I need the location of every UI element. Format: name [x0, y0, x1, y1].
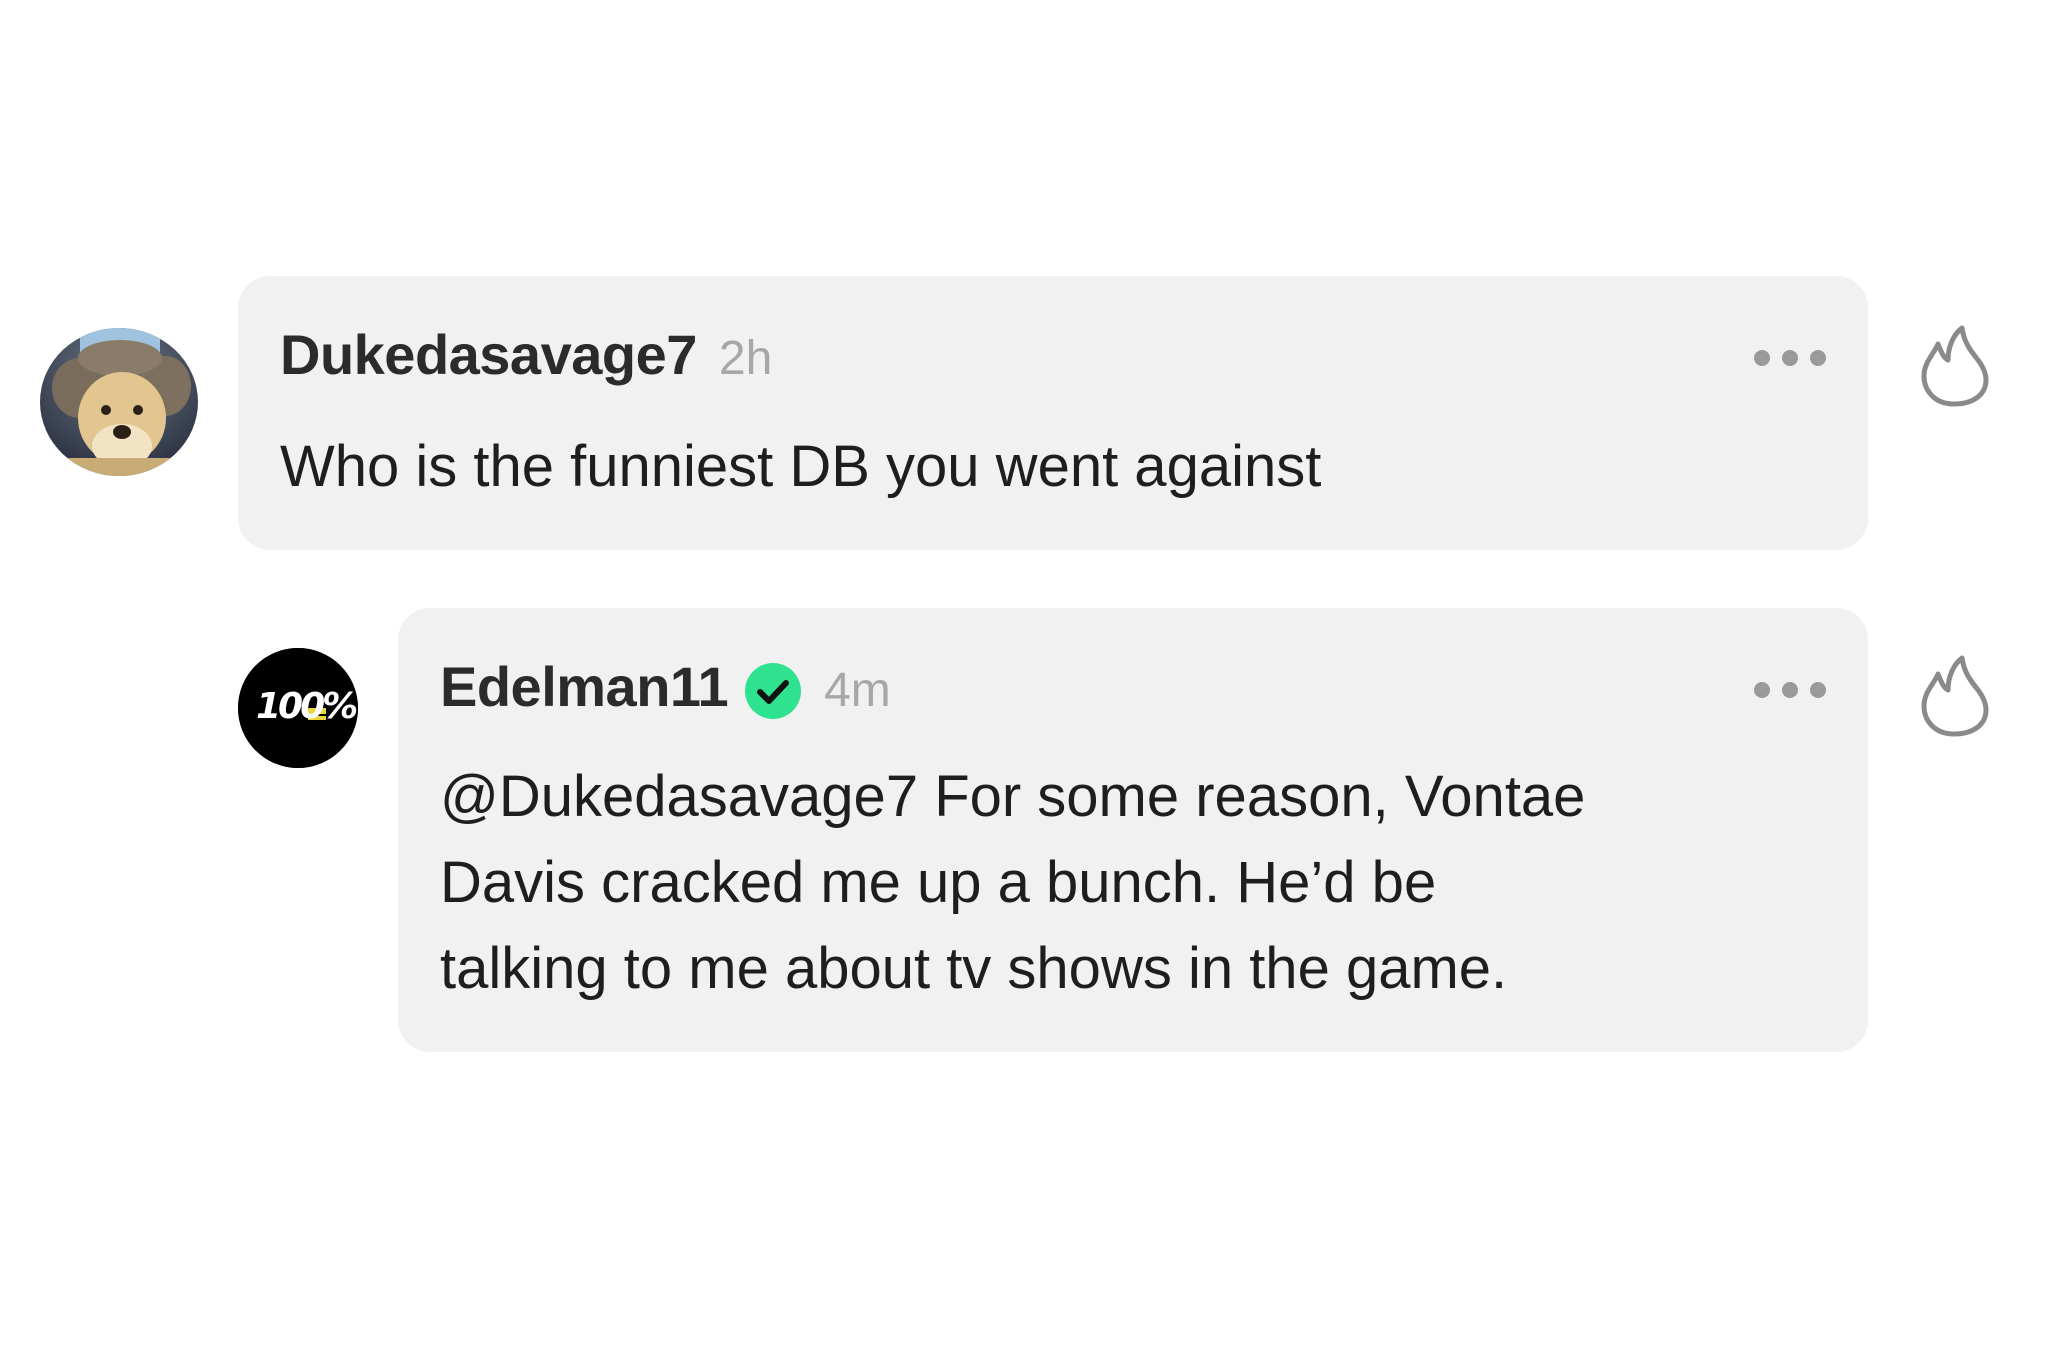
comment-thread: Dukedasavage7 2h Who is the funniest DB …	[0, 0, 2048, 1370]
comment-line: Who is the funniest DB you went against	[280, 434, 1322, 499]
fire-icon[interactable]	[1918, 654, 1990, 738]
dog-avatar-icon	[40, 328, 198, 476]
username[interactable]: Edelman11	[440, 654, 729, 719]
fire-icon[interactable]	[1918, 324, 1990, 408]
more-options-icon[interactable]	[1752, 680, 1828, 700]
verified-check-icon	[745, 662, 802, 719]
more-options-icon[interactable]	[1752, 348, 1828, 368]
comment-line: Davis cracked me up a bunch. He’d be	[440, 850, 1437, 915]
comment-header: Dukedasavage7 2h	[280, 322, 772, 387]
reply-bubble[interactable]: Edelman11 4m @Dukedasavage7 For some rea…	[398, 608, 1868, 1052]
avatar-edelman11[interactable]: 100%	[238, 648, 358, 768]
logo-text: 100%	[256, 686, 358, 727]
timestamp: 2h	[718, 332, 773, 385]
comment-text: Who is the funniest DB you went against	[280, 424, 1321, 510]
comment-line: talking to me about tv shows in the game…	[440, 936, 1508, 1001]
comment-text: @Dukedasavage7 For some reason, Vontae D…	[440, 754, 1585, 1012]
timestamp: 4m	[824, 664, 891, 717]
comment-line: @Dukedasavage7 For some reason, Vontae	[440, 764, 1586, 829]
comment-header: Edelman11 4m	[440, 654, 891, 719]
username[interactable]: Dukedasavage7	[280, 322, 697, 387]
comment-bubble[interactable]: Dukedasavage7 2h Who is the funniest DB …	[238, 276, 1868, 550]
avatar-dukedasavage7[interactable]	[40, 328, 198, 476]
